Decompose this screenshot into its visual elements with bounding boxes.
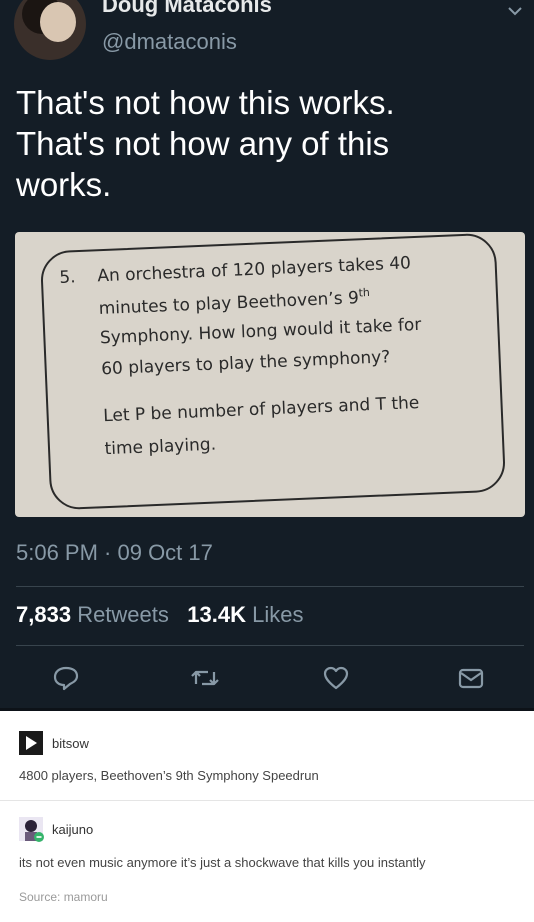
tweet-text-line: works. — [16, 166, 112, 203]
retweet-icon[interactable] — [187, 660, 223, 696]
tweet-text-line: That's not how this works. — [16, 84, 395, 121]
reblog-username[interactable]: bitsow — [52, 736, 89, 751]
tweet-timestamp[interactable]: 5:06 PM · 09 Oct 17 — [16, 540, 213, 566]
question-number: 5. — [59, 267, 77, 288]
avatar-face — [40, 2, 76, 42]
tweet-text-line: That's not how any of this — [16, 125, 390, 162]
tweet-avatar[interactable] — [14, 0, 86, 60]
play-icon[interactable] — [19, 731, 43, 755]
reblog-comment: 4800 players, Beethoven’s 9th Symphony S… — [19, 768, 319, 783]
reblog-entry: bitsow 4800 players, Beethoven’s 9th Sym… — [0, 711, 534, 800]
likes-count[interactable]: 13.4K — [187, 602, 246, 627]
reblog-entry: kaijuno its not even music anymore it’s … — [0, 801, 534, 881]
retweets-label[interactable]: Retweets — [77, 602, 169, 627]
chevron-down-icon[interactable] — [508, 0, 522, 21]
tweet-photo[interactable]: 5. An orchestra of 120 players takes 40 … — [15, 232, 525, 517]
divider — [16, 586, 524, 587]
message-icon[interactable] — [453, 660, 489, 696]
reblog-username[interactable]: kaijuno — [52, 822, 93, 837]
source-link[interactable]: Source: mamoru — [19, 890, 108, 904]
tweet-handle[interactable]: @dmataconis — [102, 29, 237, 55]
reply-icon[interactable] — [48, 660, 84, 696]
like-icon[interactable] — [318, 660, 354, 696]
avatar[interactable] — [19, 817, 44, 842]
reblog-comment: its not even music anymore it’s just a s… — [19, 855, 426, 870]
tweet-text: That's not how this works. That's not ho… — [16, 82, 521, 205]
tweet-screenshot: Doug Mataconis @dmataconis That's not ho… — [0, 0, 534, 711]
divider — [16, 645, 524, 646]
tweet-actions — [0, 660, 534, 696]
question-superscript: th — [358, 286, 371, 300]
tweet-stats: 7,833 Retweets 13.4K Likes — [16, 602, 303, 628]
retweets-count[interactable]: 7,833 — [16, 602, 71, 627]
likes-label[interactable]: Likes — [252, 602, 303, 627]
tweet-display-name[interactable]: Doug Mataconis — [102, 0, 272, 18]
